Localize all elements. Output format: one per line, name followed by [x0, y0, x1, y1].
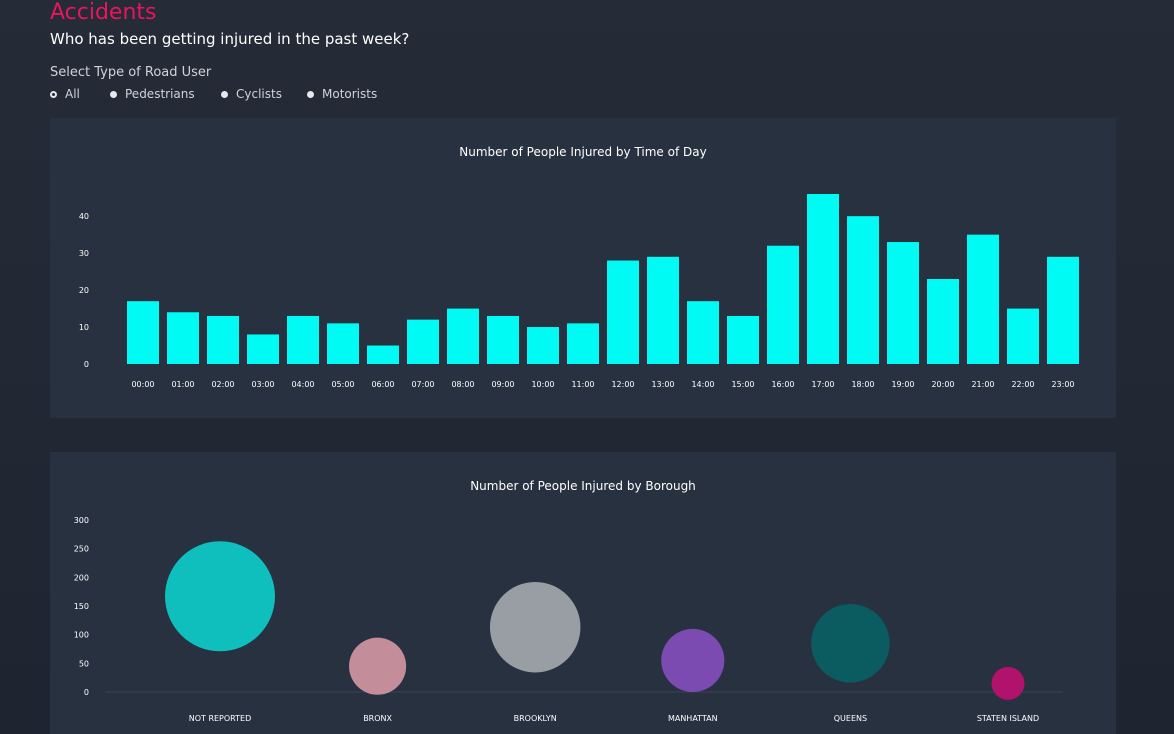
x-tick-label: 11:00 — [571, 380, 594, 389]
time-of-day-chart-panel: Number of People Injured by Time of Day … — [50, 118, 1116, 418]
x-tick-label: 03:00 — [251, 380, 274, 389]
radio-unselected-icon[interactable] — [221, 90, 228, 98]
x-tick-label: 19:00 — [891, 380, 914, 389]
radio-motorists[interactable]: Motorists — [307, 87, 377, 101]
x-tick-label: 12:00 — [611, 380, 634, 389]
page-title: Accidents — [50, 0, 157, 25]
x-tick-label: 21:00 — [971, 380, 994, 389]
y-tick-label: 100 — [74, 631, 89, 640]
bar — [727, 315, 759, 364]
y-tick-label: 200 — [74, 573, 89, 582]
x-tick-label: 10:00 — [531, 380, 554, 389]
y-tick-label: 250 — [74, 545, 89, 554]
x-tick-label: 16:00 — [771, 380, 794, 389]
radio-pedestrians-label: Pedestrians — [125, 87, 195, 101]
x-tick-label: 14:00 — [691, 380, 714, 389]
x-tick-label: 09:00 — [491, 380, 514, 389]
bubble — [349, 637, 407, 695]
x-tick-label: BRONX — [363, 714, 392, 723]
bar — [247, 334, 279, 364]
x-tick-label: 15:00 — [731, 380, 754, 389]
bubble — [811, 604, 890, 683]
bar — [167, 312, 199, 364]
y-tick-label: 20 — [79, 286, 89, 295]
bar — [487, 315, 519, 364]
time-of-day-bar-chart: Number of People Injured by Time of Day … — [79, 145, 1079, 389]
x-tick-label: QUEENS — [834, 714, 867, 723]
radio-all-label: All — [65, 87, 80, 101]
road-user-radio-group: All Pedestrians Cyclists Motorists — [50, 85, 377, 103]
y-tick-label: 10 — [79, 323, 89, 332]
y-tick-label: 150 — [74, 602, 89, 611]
bar — [367, 345, 399, 364]
bar — [567, 323, 599, 364]
bar — [207, 315, 239, 364]
bar — [847, 216, 879, 364]
bar — [327, 323, 359, 364]
y-tick-label: 0 — [84, 688, 89, 697]
road-user-filter-label: Select Type of Road User — [50, 65, 212, 80]
radio-unselected-icon[interactable] — [110, 90, 117, 98]
y-tick-label: 50 — [79, 659, 89, 668]
radio-all[interactable]: All — [50, 87, 110, 101]
borough-chart-panel: Number of People Injured by Borough 0 50 1… — [50, 452, 1116, 734]
x-tick-label: 23:00 — [1051, 380, 1074, 389]
radio-cyclists-label: Cyclists — [236, 87, 282, 101]
x-tick-label: 17:00 — [811, 380, 834, 389]
x-tick-label: 04:00 — [291, 380, 314, 389]
bar — [447, 308, 479, 364]
radio-cyclists[interactable]: Cyclists — [221, 87, 307, 101]
x-tick-label: 22:00 — [1011, 380, 1034, 389]
bar — [647, 256, 679, 364]
x-tick-label: 20:00 — [931, 380, 954, 389]
bar — [967, 234, 999, 364]
x-tick-label: MANHATTAN — [668, 714, 718, 723]
bar — [887, 242, 919, 364]
x-tick-label: 01:00 — [171, 380, 194, 389]
bar — [607, 260, 639, 364]
radio-selected-icon[interactable] — [50, 90, 57, 98]
x-tick-label: STATEN ISLAND — [977, 714, 1039, 723]
bar — [767, 245, 799, 364]
x-tick-label: 07:00 — [411, 380, 434, 389]
radio-pedestrians[interactable]: Pedestrians — [110, 87, 221, 101]
bar — [127, 301, 159, 364]
y-tick-label: 30 — [79, 249, 89, 258]
bar — [287, 315, 319, 364]
x-tick-label: 18:00 — [851, 380, 874, 389]
x-tick-label: 08:00 — [451, 380, 474, 389]
bar — [927, 279, 959, 364]
x-tick-label: NOT REPORTED — [189, 714, 252, 723]
borough-bubble-chart: Number of People Injured by Borough 0 50 1… — [74, 479, 1063, 723]
radio-unselected-icon[interactable] — [307, 90, 314, 98]
bar — [687, 301, 719, 364]
bar — [1007, 308, 1039, 364]
bar — [407, 319, 439, 364]
x-tick-label: 13:00 — [651, 380, 674, 389]
bar — [807, 194, 839, 364]
bubble — [489, 581, 581, 673]
bubble — [165, 541, 275, 652]
radio-motorists-label: Motorists — [322, 87, 378, 101]
bar — [1047, 256, 1079, 364]
x-tick-label: 02:00 — [211, 380, 234, 389]
y-tick-label: 40 — [79, 212, 89, 221]
bar — [527, 327, 559, 364]
page-subtitle: Who has been getting injured in the past… — [50, 30, 410, 48]
bubble — [991, 666, 1025, 700]
bar-chart-title: Number of People Injured by Time of Day — [459, 145, 706, 159]
y-tick-label: 300 — [74, 516, 89, 525]
x-tick-label: 05:00 — [331, 380, 354, 389]
x-tick-label: BROOKLYN — [514, 714, 557, 723]
x-tick-label: 06:00 — [371, 380, 394, 389]
y-tick-label: 0 — [84, 360, 89, 369]
x-tick-label: 00:00 — [131, 380, 154, 389]
bubble-chart-title: Number of People Injured by Borough — [470, 479, 696, 493]
bubble — [661, 628, 725, 693]
